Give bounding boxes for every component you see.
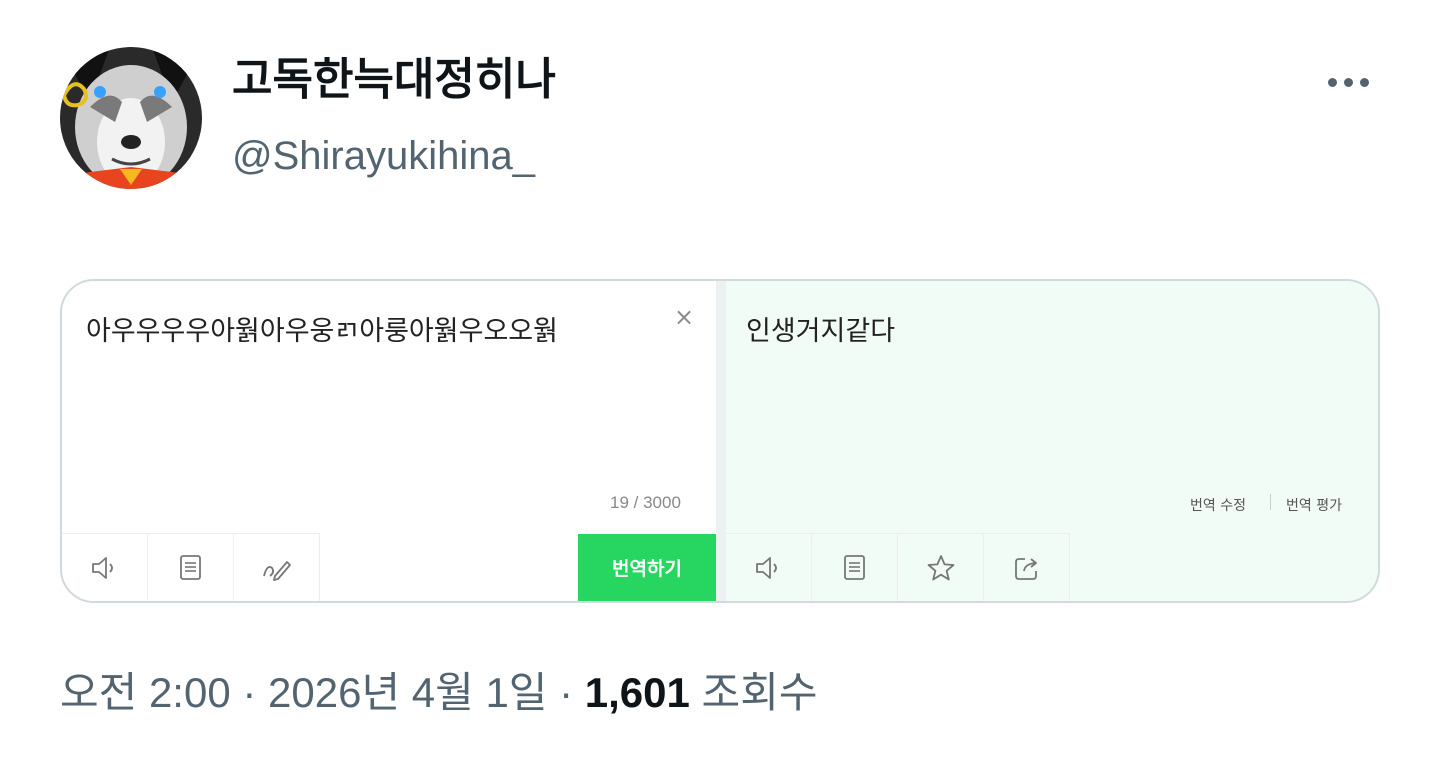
dictionary-icon [843, 554, 865, 580]
result-toolbar [726, 533, 1070, 601]
more-options-icon[interactable] [1318, 64, 1378, 100]
clear-icon: × [674, 303, 695, 331]
share-icon [1014, 557, 1037, 580]
tweet-meta: 오전 2:00 · 2026년 4월 1일 · 1,601 조회수 [60, 668, 817, 718]
avatar[interactable] [60, 47, 202, 189]
star-icon [927, 554, 954, 580]
result-dictionary-button [812, 534, 898, 601]
result-share-button [984, 534, 1070, 601]
speaker-icon [91, 556, 113, 579]
translated-text: 인생거지같다 [746, 316, 896, 347]
tweet-date[interactable]: 2026년 4월 1일 [268, 669, 547, 716]
meta-separator: · [547, 669, 585, 716]
result-favorite-button [898, 534, 984, 601]
views-count[interactable]: 1,601 [585, 669, 690, 716]
source-dictionary-button [148, 534, 234, 601]
more-dot [1343, 77, 1353, 87]
character-count: 19 / 3000 [610, 493, 681, 512]
result-speaker-button [726, 534, 812, 601]
user-handle[interactable]: @Shirayukihina_ [232, 132, 535, 180]
result-pane: 인생거지같다 번역 수정 번역 평가 [726, 281, 1378, 601]
source-speaker-button [62, 534, 148, 601]
handwriting-icon [262, 560, 291, 581]
attached-image-translator-screenshot[interactable]: 아우우우우아웕아우웅ㄺ아룽아웕우오오웕 × 19 / 3000 번역하기 인생거… [60, 279, 1380, 603]
source-handwriting-button [234, 534, 320, 601]
source-pane: 아우우우우아웕아우웅ㄺ아룽아웕우오오웕 × 19 / 3000 번역하기 [62, 281, 716, 601]
speaker-icon [755, 556, 777, 579]
source-toolbar [62, 533, 320, 601]
wolf-avatar-image [60, 47, 202, 189]
translate-button: 번역하기 [578, 534, 716, 601]
more-dot [1327, 77, 1337, 87]
source-text: 아우우우우아웕아우웅ㄺ아룽아웕우오오웕 [86, 316, 558, 347]
edit-translation-link: 번역 수정 [1190, 498, 1246, 514]
meta-separator: · [230, 669, 269, 716]
display-name[interactable]: 고독한늑대정히나 [232, 54, 556, 107]
link-separator [1270, 494, 1271, 510]
views-label: 조회수 [689, 669, 818, 716]
more-dot [1359, 77, 1369, 87]
tweet-time[interactable]: 오전 2:00 [60, 669, 231, 716]
dictionary-icon [179, 554, 201, 580]
pane-divider [716, 281, 726, 601]
rate-translation-link: 번역 평가 [1286, 498, 1342, 514]
